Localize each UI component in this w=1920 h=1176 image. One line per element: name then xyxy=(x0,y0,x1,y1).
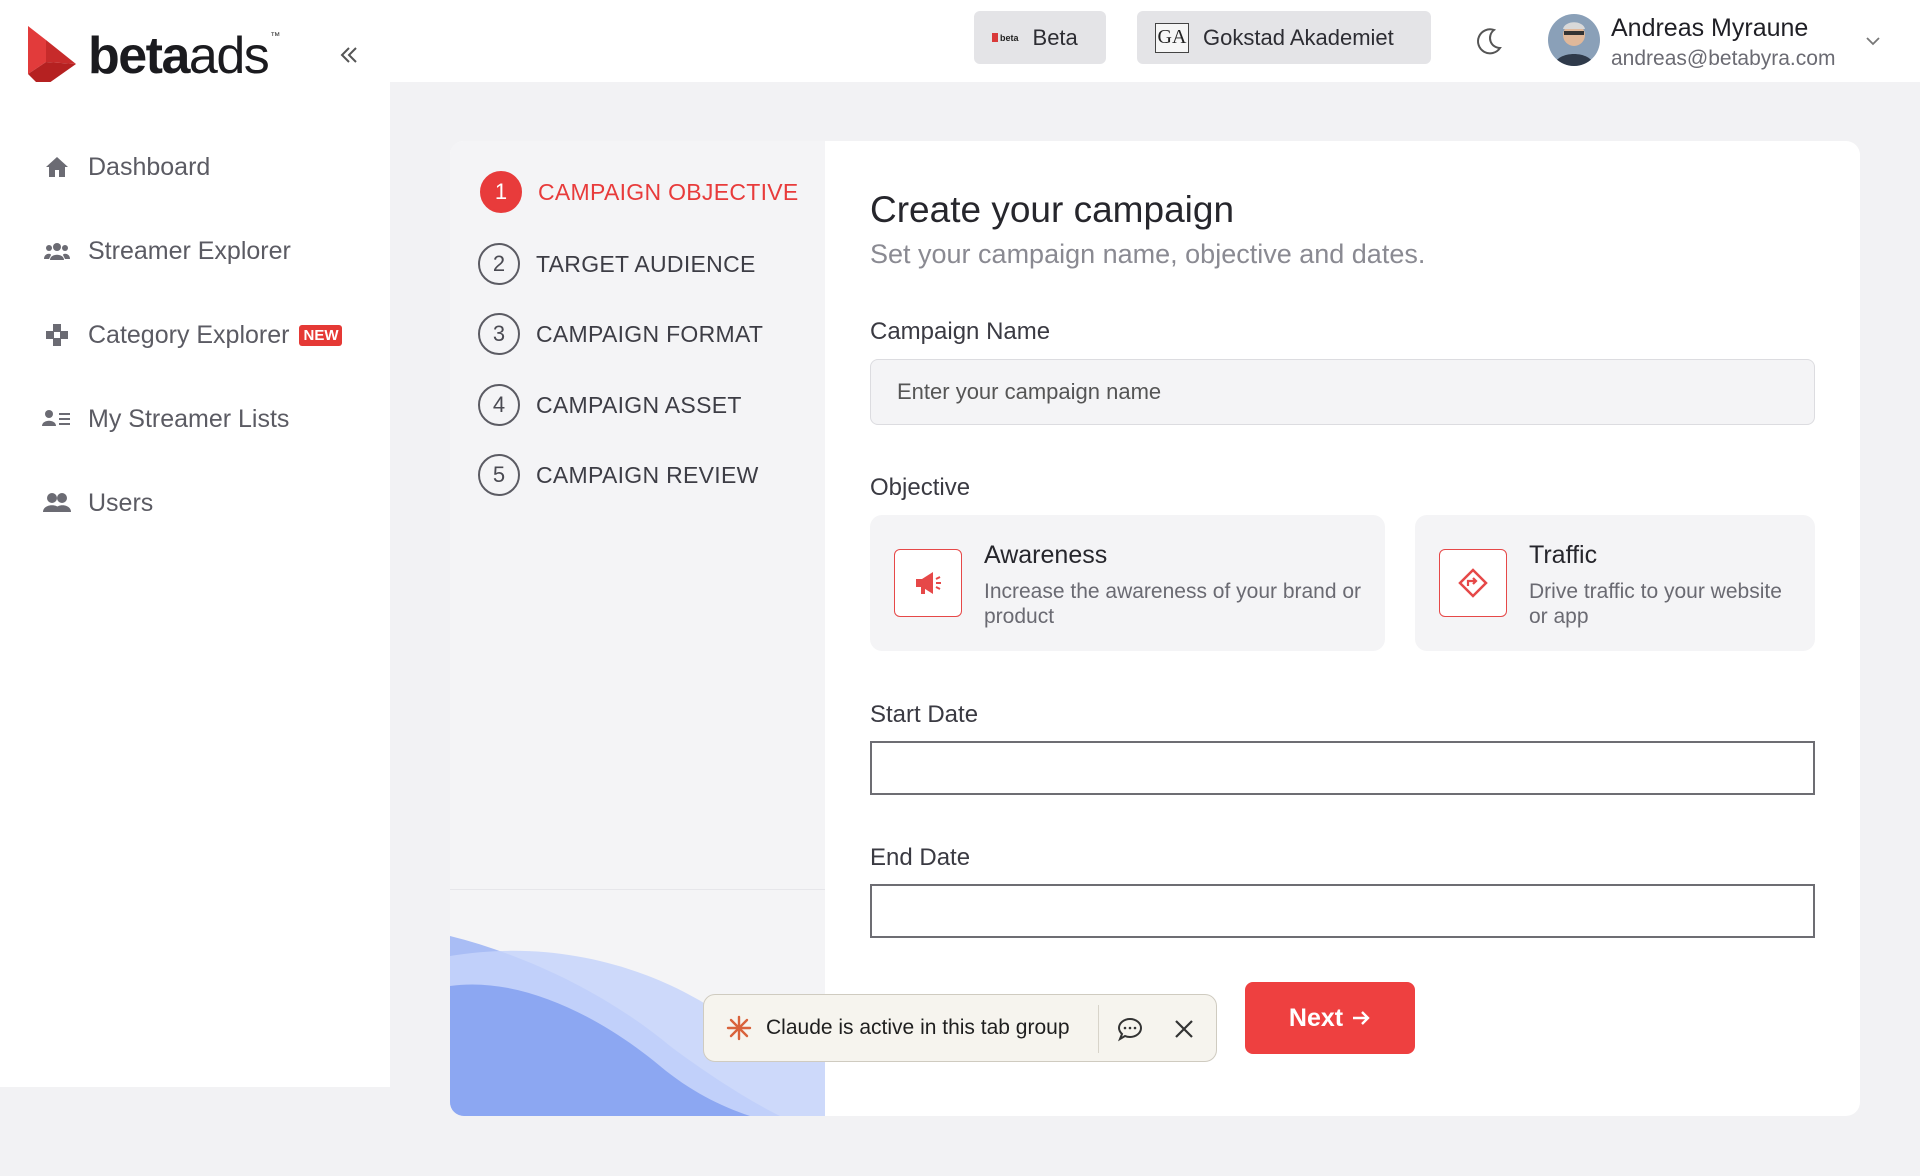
user-name: Andreas Myraune xyxy=(1611,14,1809,42)
end-date-input[interactable] xyxy=(870,884,1815,938)
sidebar-item-label: My Streamer Lists xyxy=(88,404,290,433)
sidebar-item-users[interactable]: Users xyxy=(42,488,153,518)
arrow-right-icon xyxy=(1353,1011,1370,1025)
user-list-icon xyxy=(42,404,72,434)
betaads-logo-icon xyxy=(28,26,76,88)
toast-divider xyxy=(1098,1005,1099,1053)
objective-title: Awareness xyxy=(984,541,1108,569)
sidebar-item-my-streamer-lists[interactable]: My Streamer Lists xyxy=(42,404,289,434)
end-date-label: End Date xyxy=(870,844,971,871)
page-title: Create your campaign xyxy=(870,189,1235,230)
objective-description: Drive traffic to your website or app xyxy=(1529,580,1782,628)
step-number: 2 xyxy=(478,243,520,285)
workspace-org-label: Gokstad Akademiet xyxy=(1203,24,1394,50)
step-campaign-review[interactable]: 5 CAMPAIGN REVIEW xyxy=(478,454,759,496)
steps-divider xyxy=(450,889,825,890)
sidebar-item-dashboard[interactable]: Dashboard xyxy=(42,152,210,182)
sidebar-item-label: Dashboard xyxy=(88,152,211,181)
wizard-steps-panel: 1 CAMPAIGN OBJECTIVE 2 TARGET AUDIENCE 3… xyxy=(450,141,825,1116)
start-date-input[interactable] xyxy=(870,741,1815,795)
step-number: 5 xyxy=(478,454,520,496)
toast-message: Claude is active in this tab group xyxy=(766,1016,1070,1039)
brand-logo[interactable]: betaads ™ xyxy=(22,22,280,90)
gamepad-icon xyxy=(42,320,72,350)
objective-awareness-option[interactable]: Awareness Increase the awareness of your… xyxy=(870,515,1385,651)
step-target-audience[interactable]: 2 TARGET AUDIENCE xyxy=(478,243,756,285)
close-icon[interactable] xyxy=(1170,1015,1198,1043)
org-logo-icon: GA xyxy=(1155,22,1189,53)
claude-tab-group-toast: Claude is active in this tab group xyxy=(703,994,1217,1062)
workspace-org-button[interactable]: GA Gokstad Akademiet xyxy=(1137,11,1431,64)
step-campaign-asset[interactable]: 4 CAMPAIGN ASSET xyxy=(478,384,742,426)
next-button[interactable]: Next xyxy=(1245,982,1415,1054)
chevron-down-icon[interactable] xyxy=(1862,30,1884,52)
users-icon xyxy=(42,488,72,518)
collapse-sidebar-button[interactable] xyxy=(332,38,366,72)
users-group-icon xyxy=(42,236,72,266)
step-label: CAMPAIGN OBJECTIVE xyxy=(538,178,799,205)
objective-traffic-option[interactable]: Traffic Drive traffic to your website or… xyxy=(1415,515,1815,651)
step-label: TARGET AUDIENCE xyxy=(536,250,756,277)
dark-mode-toggle-icon[interactable] xyxy=(1472,24,1506,58)
direction-sign-icon xyxy=(1439,549,1507,617)
new-badge: NEW xyxy=(299,324,343,346)
start-date-label: Start Date xyxy=(870,701,979,728)
step-label: CAMPAIGN REVIEW xyxy=(536,461,759,488)
avatar[interactable] xyxy=(1548,14,1600,66)
campaign-name-input[interactable] xyxy=(870,359,1815,425)
sidebar-item-streamer-explorer[interactable]: Streamer Explorer xyxy=(42,236,291,266)
sidebar: Dashboard Streamer Explorer Category Exp… xyxy=(0,82,390,1087)
claude-spark-icon xyxy=(726,1015,752,1041)
workspace-beta-label: Beta xyxy=(1032,24,1078,50)
step-label: CAMPAIGN FORMAT xyxy=(536,320,764,347)
objective-description: Increase the awareness of your brand or … xyxy=(984,580,1362,628)
campaign-wizard-card: 1 CAMPAIGN OBJECTIVE 2 TARGET AUDIENCE 3… xyxy=(450,141,1860,1116)
step-number: 3 xyxy=(478,313,520,355)
next-button-label: Next xyxy=(1288,1003,1344,1032)
trademark: ™ xyxy=(270,30,281,42)
step-number: 1 xyxy=(480,171,522,213)
double-chevron-left-icon xyxy=(340,47,357,63)
step-campaign-objective[interactable]: 1 CAMPAIGN OBJECTIVE xyxy=(480,171,799,213)
home-icon xyxy=(42,152,72,182)
step-number: 4 xyxy=(478,384,520,426)
sidebar-item-label: Streamer Explorer xyxy=(88,236,291,265)
objective-label: Objective xyxy=(870,474,971,501)
user-email: andreas@betabyra.com xyxy=(1611,47,1836,70)
page-subtitle: Set your campaign name, objective and da… xyxy=(870,239,1426,269)
top-header: betaads ™ beta Beta GA Gokstad Akademiet… xyxy=(0,0,1920,88)
user-avatar-icon xyxy=(1548,14,1600,66)
step-campaign-format[interactable]: 3 CAMPAIGN FORMAT xyxy=(478,313,763,355)
sidebar-item-label: Users xyxy=(88,488,154,517)
brand-wordmark: betaads xyxy=(88,27,270,85)
megaphone-icon xyxy=(894,549,962,617)
sidebar-item-category-explorer[interactable]: Category Explorer NEW xyxy=(42,320,343,350)
workspace-beta-button[interactable]: beta Beta xyxy=(974,11,1106,64)
sidebar-item-label: Category Explorer xyxy=(88,320,290,349)
chat-bubble-icon[interactable] xyxy=(1116,1015,1144,1043)
step-label: CAMPAIGN ASSET xyxy=(536,391,742,418)
beta-logo-icon: beta xyxy=(992,33,1019,43)
campaign-name-label: Campaign Name xyxy=(870,318,1051,345)
objective-title: Traffic xyxy=(1529,541,1598,569)
